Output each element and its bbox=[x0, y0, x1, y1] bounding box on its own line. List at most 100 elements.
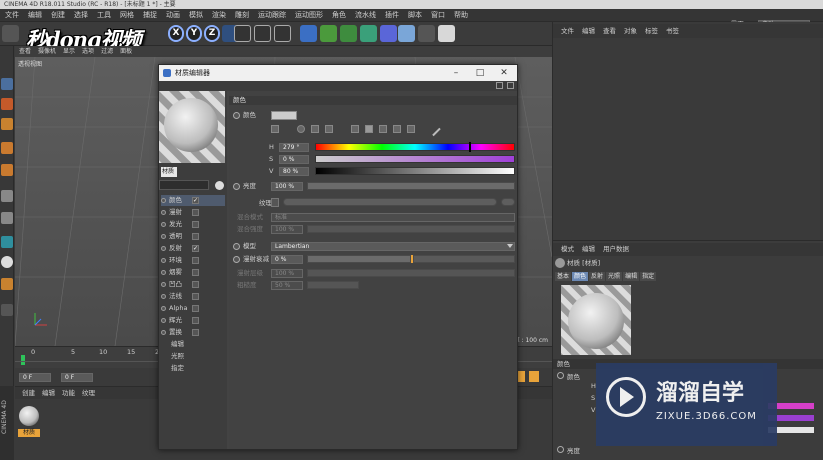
channel-item[interactable]: 编辑 bbox=[161, 339, 225, 350]
object-manager-menu-item-4[interactable]: 标签 bbox=[645, 24, 658, 38]
h-field[interactable]: 279 ° bbox=[279, 143, 309, 152]
material-preview[interactable] bbox=[159, 91, 225, 163]
color-grid-icon[interactable] bbox=[393, 125, 401, 133]
model-keyframe-button[interactable] bbox=[233, 243, 240, 250]
viewport-menu-item-5[interactable]: 面板 bbox=[120, 46, 132, 57]
channel-checkbox[interactable] bbox=[192, 305, 199, 312]
color-mixer-icon[interactable] bbox=[325, 125, 333, 133]
channel-checkbox[interactable] bbox=[192, 257, 199, 264]
s-field[interactable]: 0 % bbox=[279, 155, 309, 164]
color-swatch[interactable] bbox=[271, 111, 297, 120]
material-manager-menu-item-2[interactable]: 功能 bbox=[62, 387, 75, 399]
undo-icon[interactable] bbox=[2, 25, 19, 42]
diffuse-level-slider[interactable] bbox=[307, 269, 515, 277]
material-manager-menu-item-0[interactable]: 创建 bbox=[22, 387, 35, 399]
playhead-marker[interactable] bbox=[21, 355, 25, 365]
close-icon[interactable]: ✕ bbox=[492, 65, 516, 81]
menu-item-8[interactable]: 模拟 bbox=[189, 9, 203, 22]
channel-item[interactable]: 辉光 bbox=[161, 315, 225, 326]
channel-item[interactable]: 发光 bbox=[161, 219, 225, 230]
menu-item-16[interactable]: 脚本 bbox=[408, 9, 422, 22]
channel-checkbox[interactable] bbox=[192, 209, 199, 216]
channel-item[interactable]: 烟雾 bbox=[161, 267, 225, 278]
x-axis-lock-button[interactable]: X bbox=[168, 25, 184, 42]
color-picker-wheel-icon[interactable] bbox=[271, 125, 279, 133]
material-manager-menu-item-1[interactable]: 编辑 bbox=[42, 387, 55, 399]
brightness-keyframe-button[interactable] bbox=[233, 183, 240, 190]
sculpt-icon[interactable] bbox=[1, 278, 13, 290]
pin-icon[interactable] bbox=[507, 82, 514, 89]
camera-icon[interactable] bbox=[418, 25, 435, 42]
channel-checkbox[interactable] bbox=[192, 293, 199, 300]
maximize-icon[interactable]: □ bbox=[468, 65, 492, 81]
minimize-icon[interactable]: – bbox=[444, 65, 468, 81]
viewport-menu-item-3[interactable]: 选项 bbox=[82, 46, 94, 57]
floor-grid-icon[interactable] bbox=[398, 25, 415, 42]
channel-checkbox[interactable] bbox=[192, 329, 199, 336]
value-slider[interactable] bbox=[315, 167, 515, 175]
model-dropdown[interactable]: Lambertian bbox=[271, 242, 515, 251]
channel-item[interactable]: 漫射 bbox=[161, 207, 225, 218]
color-swatches-icon[interactable] bbox=[407, 125, 415, 133]
diffuse-level-field[interactable]: 100 % bbox=[271, 269, 303, 278]
blend-strength-slider[interactable] bbox=[307, 225, 515, 233]
menu-item-7[interactable]: 动画 bbox=[166, 9, 180, 22]
menu-item-18[interactable]: 帮助 bbox=[454, 9, 468, 22]
channel-item[interactable]: Alpha bbox=[161, 303, 225, 314]
snap-icon[interactable] bbox=[1, 236, 13, 248]
channel-item[interactable]: 法线 bbox=[161, 291, 225, 302]
channel-checkbox[interactable] bbox=[192, 221, 199, 228]
subdivision-surface-icon[interactable] bbox=[320, 25, 337, 42]
attribute-manager-menu-item-1[interactable]: 编辑 bbox=[582, 243, 595, 256]
edges-mode-icon[interactable] bbox=[1, 142, 13, 154]
texture-field[interactable] bbox=[283, 198, 497, 206]
menu-item-15[interactable]: 插件 bbox=[385, 9, 399, 22]
brightness-slider[interactable] bbox=[307, 182, 515, 190]
attribute-tab-1[interactable]: 颜色 bbox=[572, 272, 589, 281]
hue-slider-handle[interactable] bbox=[469, 142, 471, 152]
render-picture-viewer-icon[interactable] bbox=[254, 25, 271, 42]
object-manager-menu-item-3[interactable]: 对象 bbox=[624, 24, 637, 38]
channel-item[interactable]: 光照 bbox=[161, 351, 225, 362]
menu-item-0[interactable]: 文件 bbox=[5, 9, 19, 22]
polygons-mode-icon[interactable] bbox=[1, 164, 13, 176]
roughness-slider[interactable] bbox=[307, 281, 359, 289]
menu-item-6[interactable]: 捕捉 bbox=[143, 9, 157, 22]
material-thumbnail-label[interactable]: 材质 bbox=[18, 429, 40, 437]
brightness-keyframe-icon[interactable] bbox=[557, 446, 564, 453]
channel-item[interactable]: 透明 bbox=[161, 231, 225, 242]
points-mode-icon[interactable] bbox=[1, 118, 13, 130]
menu-item-13[interactable]: 角色 bbox=[332, 9, 346, 22]
diffuse-falloff-slider-right[interactable] bbox=[413, 255, 515, 263]
array-generator-icon[interactable] bbox=[340, 25, 357, 42]
channel-checkbox[interactable]: ✓ bbox=[192, 197, 199, 204]
channel-checkbox[interactable]: ✓ bbox=[192, 245, 199, 252]
menu-item-17[interactable]: 窗口 bbox=[431, 9, 445, 22]
environment-icon[interactable] bbox=[380, 25, 397, 42]
texture-expand-icon[interactable] bbox=[271, 198, 279, 207]
viewport-menu-item-1[interactable]: 摄像机 bbox=[38, 46, 56, 57]
material-name-input[interactable] bbox=[159, 180, 209, 190]
object-manager-menu-item-0[interactable]: 文件 bbox=[561, 24, 574, 38]
menu-item-5[interactable]: 网格 bbox=[120, 9, 134, 22]
material-thumbnail[interactable] bbox=[18, 405, 40, 427]
object-manager-menu-item-5[interactable]: 书签 bbox=[666, 24, 679, 38]
viewport-menu-item-4[interactable]: 过滤 bbox=[101, 46, 113, 57]
render-settings-icon[interactable] bbox=[274, 25, 291, 42]
attribute-manager-menu-item-2[interactable]: 用户数据 bbox=[603, 243, 629, 256]
hue-slider[interactable] bbox=[315, 143, 515, 151]
channel-item[interactable]: 指定 bbox=[161, 363, 225, 374]
texture-mode-icon[interactable] bbox=[1, 98, 13, 110]
lock-icon[interactable] bbox=[496, 82, 503, 89]
saturation-slider[interactable] bbox=[315, 155, 515, 163]
workplane-icon[interactable] bbox=[1, 304, 13, 316]
channel-item[interactable]: 置换 bbox=[161, 327, 225, 338]
auto-key-icon[interactable] bbox=[529, 371, 539, 382]
object-manager-menu-item-2[interactable]: 查看 bbox=[603, 24, 616, 38]
color-keyframe-icon[interactable] bbox=[557, 372, 564, 379]
blend-mode-dropdown[interactable]: 标准 bbox=[271, 213, 515, 222]
z-axis-lock-button[interactable]: Z bbox=[204, 25, 220, 42]
light-icon[interactable] bbox=[438, 25, 455, 42]
material-name-field[interactable]: 材质 bbox=[161, 167, 177, 177]
cube-primitive-icon[interactable] bbox=[300, 25, 317, 42]
